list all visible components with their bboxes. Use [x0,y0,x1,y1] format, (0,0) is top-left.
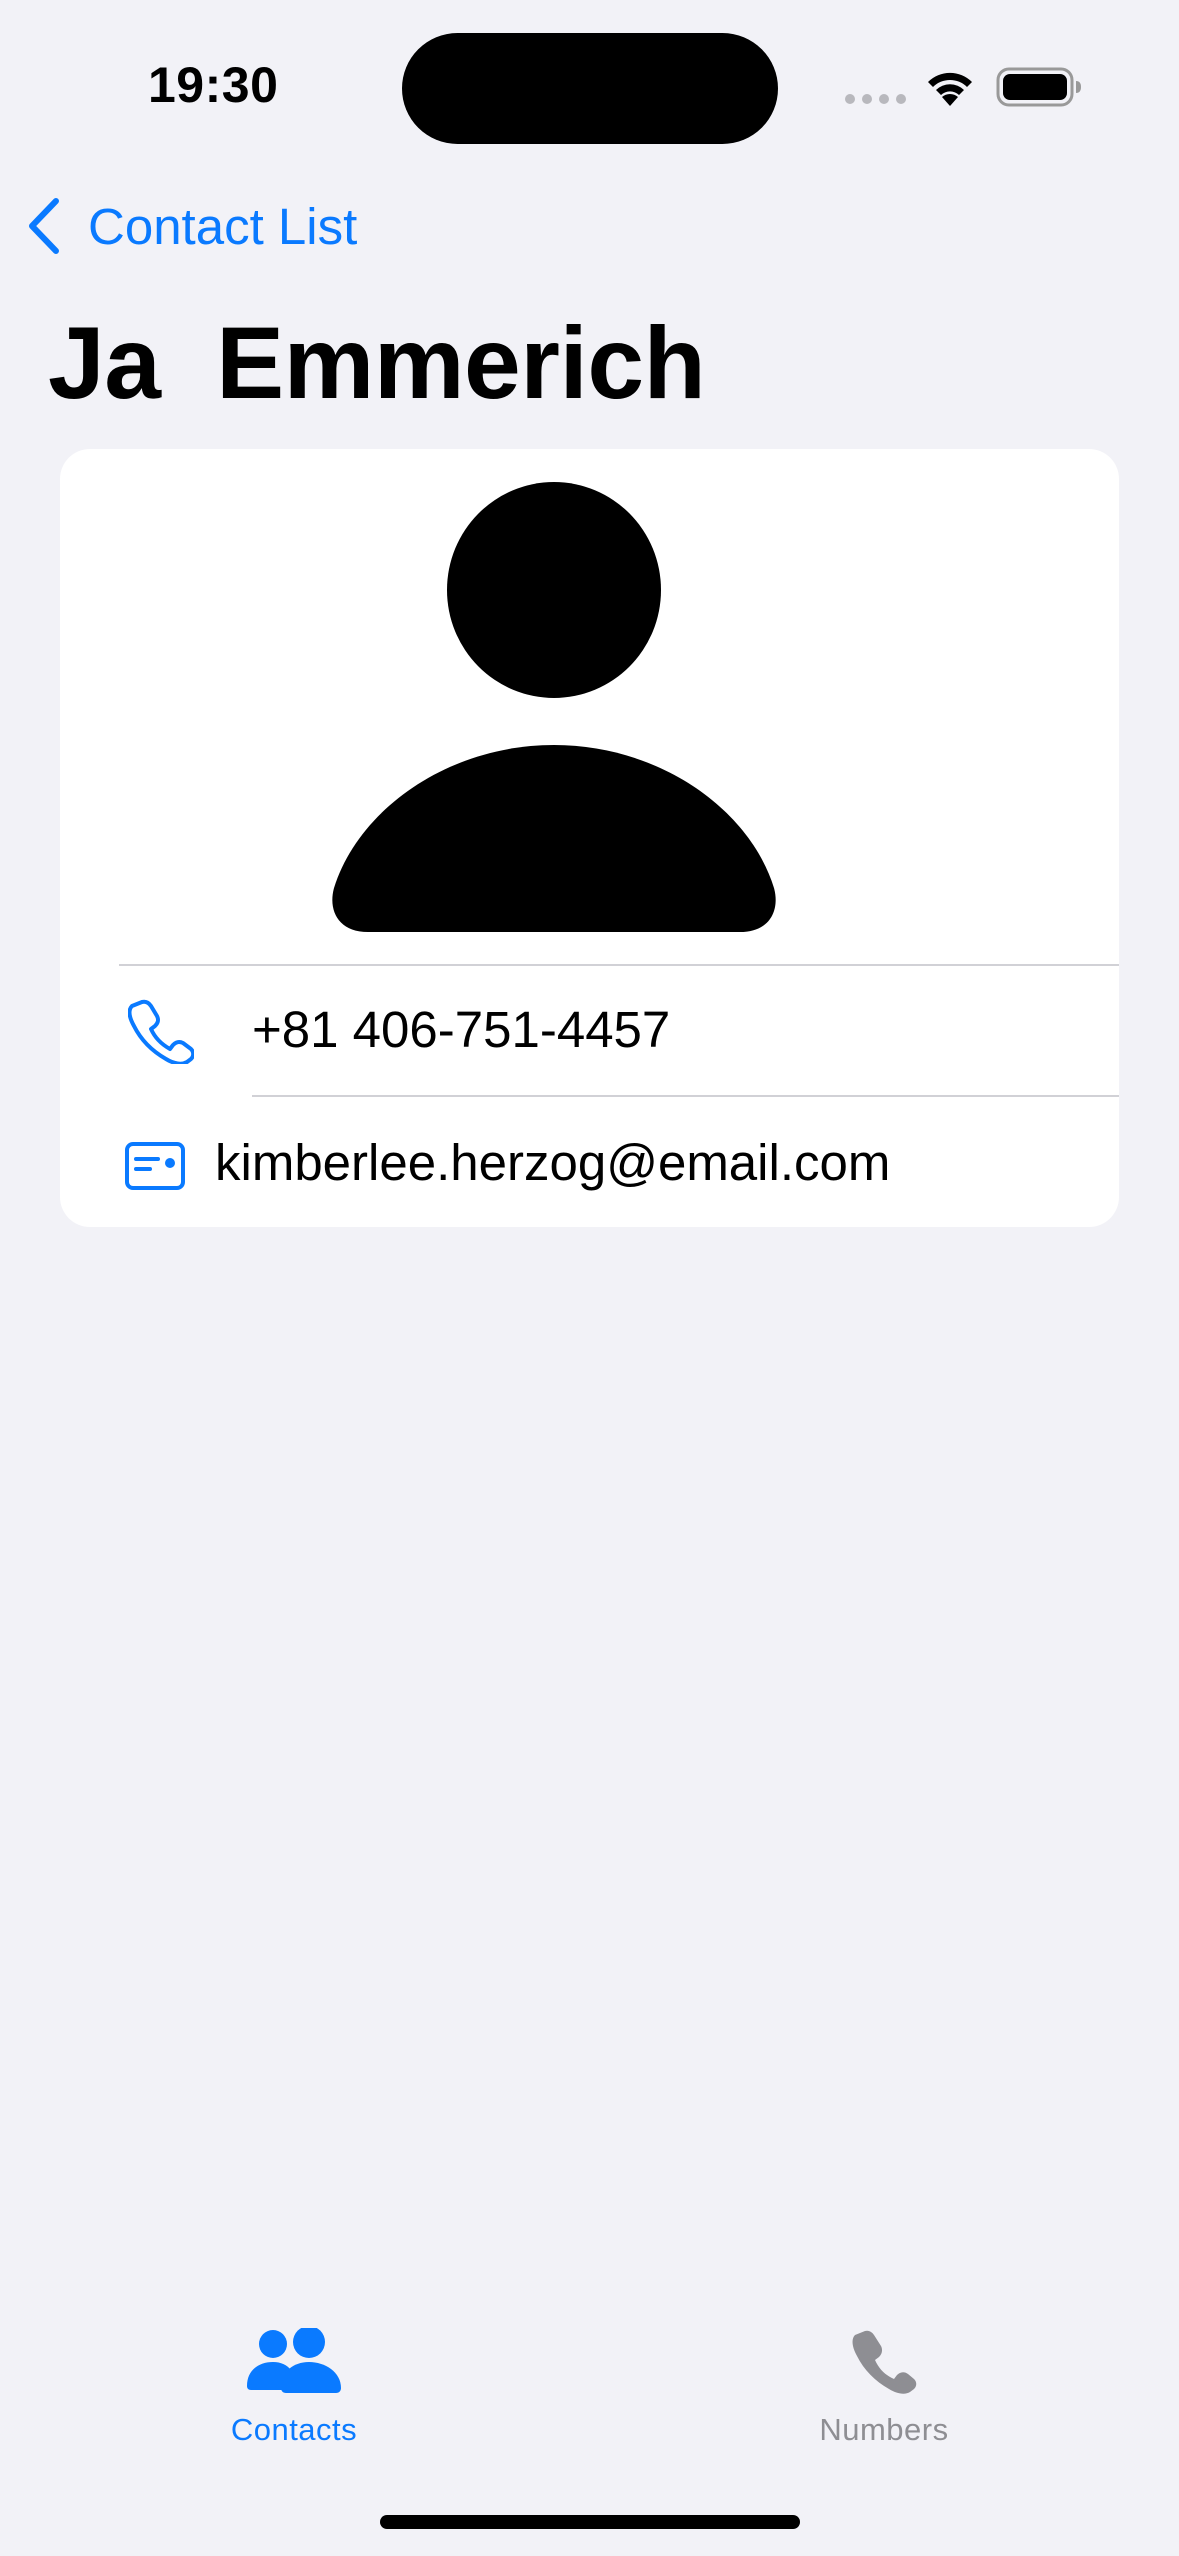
dynamic-island [402,33,778,144]
battery-icon [996,67,1081,107]
back-button-label: Contact List [88,197,358,255]
wifi-icon [928,72,972,106]
tab-contacts[interactable]: Contacts [144,2318,444,2458]
home-indicator [380,2515,800,2529]
tab-numbers-label: Numbers [819,2412,949,2447]
chevron-left-icon [29,198,59,254]
phone-row[interactable]: +81 406-751-4457 [60,966,1119,1095]
person-2-fill-icon [247,2328,341,2393]
status-time: 19:30 [148,57,279,113]
back-button[interactable]: Contact List [26,196,357,256]
phone-icon [128,999,194,1064]
email-address: kimberlee.herzog@email.com [215,1134,891,1191]
tab-numbers[interactable]: Numbers [734,2318,1034,2458]
person-avatar-icon [332,482,776,932]
page-title: Ja Emmerich [48,306,706,420]
cellular-signal-icon [845,94,906,104]
phone-fill-icon [852,2330,917,2394]
contact-card: +81 406-751-4457 kimberlee.herzog@email.… [60,449,1119,1227]
phone-number: +81 406-751-4457 [252,1001,671,1058]
tab-contacts-label: Contacts [230,2412,358,2447]
contact-detail-screen: 19:30 Contact List Ja Emmerich +81 406-7… [0,0,1179,2556]
email-row[interactable]: kimberlee.herzog@email.com [60,1097,1119,1227]
contact-card-icon [125,1142,185,1190]
